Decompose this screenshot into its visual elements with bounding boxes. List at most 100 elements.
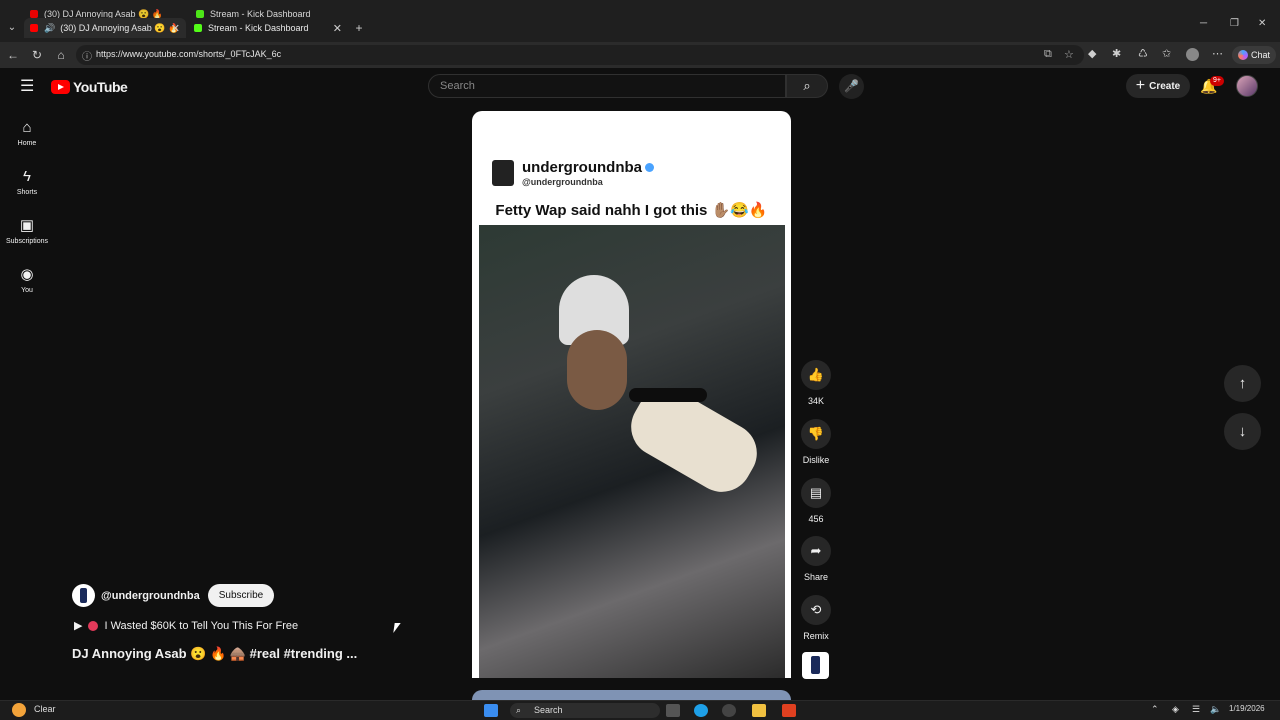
verified-badge-icon xyxy=(645,163,654,172)
channel-info: @undergroundnba Subscribe xyxy=(72,584,275,607)
music-track-title: I Wasted $60K to Tell You This For Free xyxy=(104,619,299,632)
brave-browser-icon[interactable] xyxy=(782,704,796,717)
speaker-icon[interactable]: 🔊 xyxy=(44,23,55,34)
create-label: Create xyxy=(1149,80,1181,92)
sidebar-item-subscriptions[interactable]: ▣ Subscriptions xyxy=(0,217,54,246)
next-short-button[interactable]: ↓ xyxy=(1224,413,1261,450)
shorts-video-player[interactable]: undergroundnba @undergroundnba Fetty Wap… xyxy=(472,111,791,678)
youtube-logo-text: YouTube xyxy=(73,79,128,95)
extensions-icon[interactable]: ✱ xyxy=(1112,47,1121,60)
weather-icon[interactable] xyxy=(12,703,26,717)
previous-short-button[interactable]: ↑ xyxy=(1224,365,1261,402)
favorites-icon[interactable]: ✩ xyxy=(1162,47,1171,60)
tab-youtube[interactable]: 🔊 (30) DJ Annoying Asab 😮 🔥 ✕ xyxy=(24,18,186,38)
kick-favicon-icon xyxy=(196,10,204,18)
tab-list-chevron-icon[interactable]: ⌄ xyxy=(4,20,20,36)
dislike-label: Dislike xyxy=(802,455,830,465)
search-button[interactable]: ⌕ xyxy=(786,74,828,98)
edge-browser-icon[interactable] xyxy=(694,704,708,717)
channel-handle[interactable]: @undergroundnba xyxy=(101,590,200,602)
video-subject xyxy=(567,330,627,410)
plus-icon: + xyxy=(1135,77,1146,94)
subscriptions-icon: ▣ xyxy=(19,217,35,234)
copilot-icon xyxy=(1237,50,1248,60)
notification-badge: 9+ xyxy=(1210,76,1224,86)
sidebar-item-label: Subscriptions xyxy=(5,238,49,245)
wifi-icon[interactable]: ☰ xyxy=(1192,704,1200,715)
channel-avatar[interactable] xyxy=(72,584,95,607)
ghost-tab: (30) DJ Annoying Asab 😮 🔥 xyxy=(24,4,186,18)
back-icon[interactable]: ← xyxy=(5,47,21,63)
close-tab-icon[interactable]: ✕ xyxy=(333,22,342,35)
close-tab-icon[interactable]: ✕ xyxy=(171,22,180,35)
ghost-tab-title: Stream - Kick Dashboard xyxy=(210,9,311,18)
more-options-icon[interactable]: ⋯ xyxy=(1212,47,1223,60)
window-close-icon[interactable]: ✕ xyxy=(1258,18,1266,29)
tab-title: Stream - Kick Dashboard xyxy=(208,23,309,33)
minimize-icon[interactable]: ─ xyxy=(1200,18,1207,29)
search-icon: ⌕ xyxy=(516,705,522,715)
music-track-row[interactable]: ▶ I Wasted $60K to Tell You This For Fre… xyxy=(74,619,299,633)
task-view-icon[interactable] xyxy=(666,704,680,717)
weather-label: Clear xyxy=(34,704,56,714)
windows-taskbar: Clear ⌕ Search ⌃ ◈ ☰ 🔈 1/19/2026 xyxy=(0,700,1280,720)
taskbar-search-label: Search xyxy=(534,705,563,715)
volume-icon[interactable]: 🔈 xyxy=(1210,704,1221,715)
like-count: 34K xyxy=(807,396,824,406)
hamburger-menu-icon[interactable]: ☰ xyxy=(20,79,34,95)
new-tab-icon[interactable]: + xyxy=(351,20,367,36)
app-available-icon[interactable]: ⧉ xyxy=(1044,48,1052,61)
profile-avatar-icon[interactable] xyxy=(1186,48,1199,61)
remix-button[interactable]: ⟲ Remix xyxy=(800,595,832,641)
refresh-icon[interactable]: ↻ xyxy=(29,47,45,63)
browser-tab-bar: (30) DJ Annoying Asab 😮 🔥 Stream - Kick … xyxy=(0,0,1280,42)
video-microphone xyxy=(629,388,707,402)
dislike-button[interactable]: 👎 Dislike xyxy=(800,419,832,465)
create-button[interactable]: + Create xyxy=(1126,74,1190,98)
copilot-chat-button[interactable]: Chat xyxy=(1232,46,1276,64)
play-icon: ▶ xyxy=(74,620,83,632)
next-short-preview[interactable] xyxy=(472,690,791,700)
you-icon: ◉ xyxy=(20,266,34,283)
start-menu-icon[interactable] xyxy=(484,704,498,717)
sidebar-item-shorts[interactable]: ϟ Shorts xyxy=(0,169,54,197)
thumbs-up-icon: 👍 xyxy=(801,360,831,390)
tab-kick[interactable]: Stream - Kick Dashboard ✕ xyxy=(188,18,348,38)
youtube-favicon-icon xyxy=(30,24,38,32)
home-icon: ⌂ xyxy=(22,119,32,136)
like-button[interactable]: 👍 34K xyxy=(800,360,832,406)
copilot-extension-icon[interactable]: ◆ xyxy=(1088,47,1096,60)
ghost-tab-row: (30) DJ Annoying Asab 😮 🔥 Stream - Kick … xyxy=(0,4,1280,18)
taskbar-date[interactable]: 1/19/2026 xyxy=(1229,704,1265,713)
video-frame[interactable] xyxy=(479,225,785,678)
voice-search-button[interactable]: 🎤 xyxy=(839,74,864,99)
audio-source-thumbnail[interactable] xyxy=(802,652,829,679)
youtube-play-icon xyxy=(51,80,70,94)
short-title[interactable]: DJ Annoying Asab 😮 🔥 🛖 #real #trending .… xyxy=(72,646,357,662)
url-text: https://www.youtube.com/shorts/_0FTcJAK_… xyxy=(96,49,282,59)
youtube-logo[interactable]: YouTube xyxy=(51,79,128,95)
youtube-page: ☰ YouTube Search ⌕ 🎤 + Create 🔔 9+ ⌂ Hom… xyxy=(0,68,1280,700)
sidebar-item-label: Home xyxy=(17,140,37,147)
file-explorer-icon[interactable] xyxy=(752,704,766,717)
app-icon[interactable] xyxy=(722,704,736,717)
taskbar-search[interactable]: ⌕ Search xyxy=(510,703,660,718)
ghost-tab: Stream - Kick Dashboard xyxy=(190,4,350,18)
performance-icon[interactable]: ♺ xyxy=(1138,47,1148,60)
sidebar-item-home[interactable]: ⌂ Home xyxy=(0,119,54,148)
subscribe-button[interactable]: Subscribe xyxy=(207,584,275,607)
favorite-star-icon[interactable]: ☆ xyxy=(1064,48,1074,61)
youtube-favicon-icon xyxy=(30,10,38,18)
url-field[interactable]: ⓘ https://www.youtube.com/shorts/_0FTcJA… xyxy=(76,45,1084,65)
restore-icon[interactable]: ❐ xyxy=(1230,18,1239,29)
search-input[interactable]: Search xyxy=(428,74,786,98)
comments-button[interactable]: ▤ 456 xyxy=(800,478,832,524)
mouse-cursor-icon xyxy=(393,623,401,633)
tray-overflow-icon[interactable]: ⌃ xyxy=(1151,704,1159,715)
tray-app-icon[interactable]: ◈ xyxy=(1172,704,1179,715)
site-info-icon[interactable]: ⓘ xyxy=(82,48,92,63)
sidebar-item-you[interactable]: ◉ You xyxy=(0,266,54,295)
share-button[interactable]: ➦ Share xyxy=(800,536,832,582)
account-avatar[interactable] xyxy=(1236,75,1258,97)
home-icon[interactable]: ⌂ xyxy=(53,47,69,63)
